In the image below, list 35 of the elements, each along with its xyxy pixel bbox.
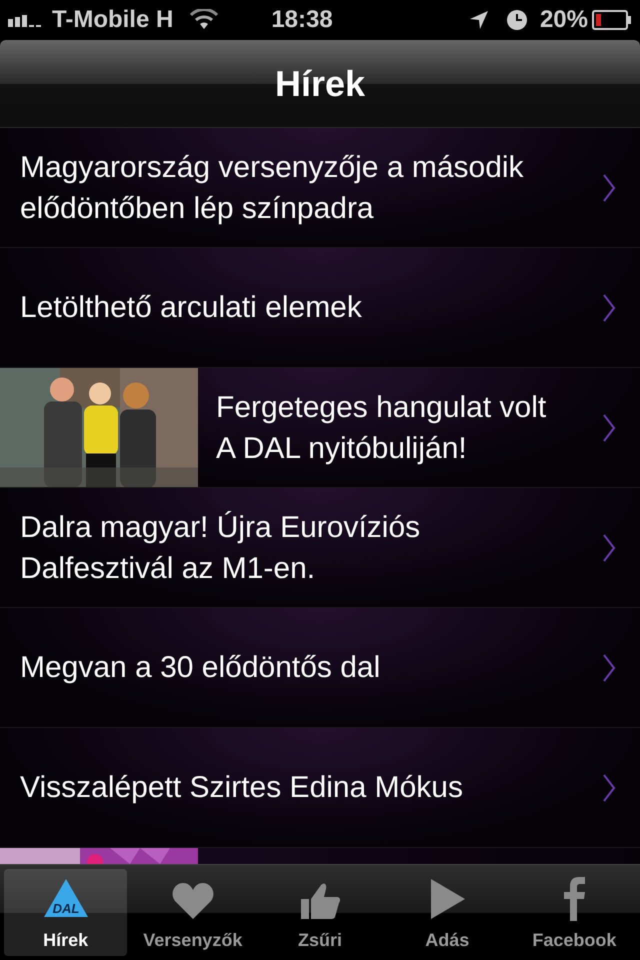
thumbs-up-icon xyxy=(299,881,341,921)
chevron-icon xyxy=(602,652,616,682)
news-row[interactable]: Megvan a 30 elődöntős dal xyxy=(0,608,640,728)
clock-time: 18:38 xyxy=(271,5,333,35)
news-row[interactable]: Dalra magyar! Újra Eurovíziós Dalfesztivál az M1-en. xyxy=(0,488,640,608)
battery-icon xyxy=(592,10,632,30)
alarm-clock-icon xyxy=(506,9,528,31)
news-row[interactable]: Magyarország versenyzője a második elődöntőben lép színpadra xyxy=(0,128,640,248)
news-row[interactable]: Fergeteges hangulat volt A DAL nyitóbuliján! xyxy=(0,368,640,488)
tab-button[interactable]: Versenyzők xyxy=(131,869,254,956)
news-title: Megvan a 30 elődöntős dal xyxy=(19,650,382,686)
news-title: Fergeteges hangulat volt A DAL nyitóbuliján! xyxy=(215,390,548,466)
chevron-icon xyxy=(602,172,616,202)
facebook-icon xyxy=(562,877,586,921)
tab-button[interactable]: DAL Hírek xyxy=(4,869,128,956)
battery-percent: 20% xyxy=(540,5,588,35)
wifi-icon xyxy=(189,9,220,31)
news-row[interactable]: Letölthető arculati elemek xyxy=(0,248,640,368)
tab-button[interactable]: Zsűri xyxy=(258,869,382,956)
tab-button[interactable]: Facebook xyxy=(512,869,636,956)
chevron-icon xyxy=(602,532,616,562)
navigation-title: Hírek xyxy=(274,62,366,106)
news-title: Dalra magyar! Újra Eurovíziós Dalfesztivál az M1-en. xyxy=(19,510,422,586)
chevron-icon xyxy=(602,412,616,442)
heart-icon xyxy=(170,881,215,921)
chevron-icon xyxy=(602,292,616,322)
news-title: Letölthető arculati elemek xyxy=(19,290,363,326)
tab-button[interactable]: Adás xyxy=(386,869,509,956)
carrier-name: T-Mobile H xyxy=(52,5,174,35)
news-row[interactable]: Visszalépett Szirtes Edina Mókus xyxy=(0,728,640,848)
location-arrow-icon xyxy=(468,9,490,31)
news-title: Visszalépett Szirtes Edina Mókus xyxy=(19,770,464,806)
chevron-icon xyxy=(602,772,616,802)
news-row[interactable] xyxy=(0,848,640,864)
news-title: Magyarország versenyzője a második elődöntőben lép színpadra xyxy=(19,150,525,226)
